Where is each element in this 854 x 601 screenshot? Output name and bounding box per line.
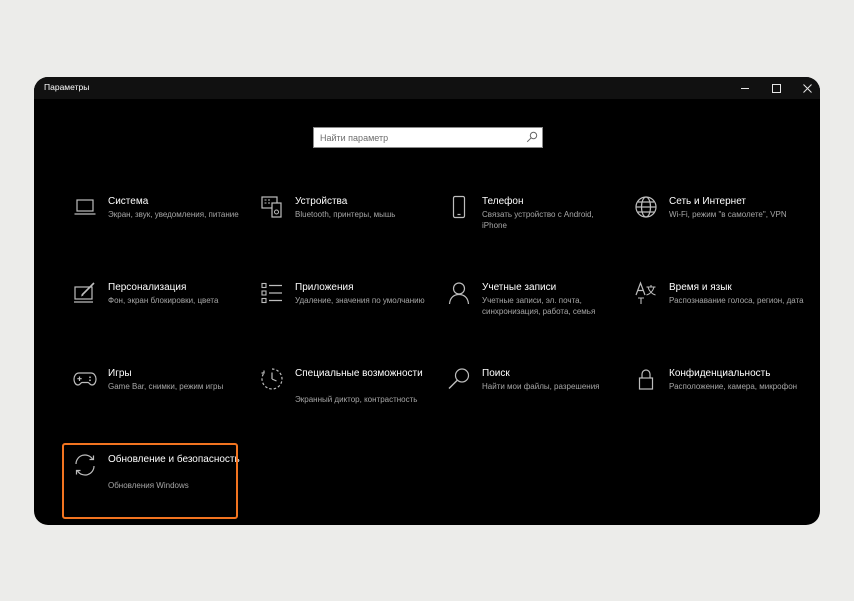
minimize-button[interactable]	[729, 77, 761, 99]
search-box[interactable]	[313, 127, 543, 148]
settings-window: Параметры Система Экран, звук, уведомлен…	[34, 77, 820, 525]
tile-title: Поиск	[482, 368, 510, 379]
search-icon[interactable]	[526, 131, 538, 143]
close-icon	[802, 83, 812, 93]
tile-time-language[interactable]: Время и язык Распознавание голоса, регио…	[632, 281, 804, 351]
tile-search[interactable]: Поиск Найти мои файлы, разрешения	[445, 367, 617, 437]
tile-title: Учетные записи	[482, 282, 557, 293]
tile-title: Система	[108, 196, 149, 207]
tile-description: Учетные записи, эл. почта, синхронизация…	[482, 296, 596, 316]
time-language-icon	[635, 281, 656, 304]
tile-description: Фон, экран блокировки, цвета	[108, 296, 219, 305]
tile-accessibility[interactable]: Специальные возможности Экранный диктор,…	[258, 367, 430, 437]
tile-title: Приложения	[295, 282, 354, 293]
tile-phone[interactable]: Телефон Связать устройство с Android, iP…	[445, 195, 617, 265]
apps-list-icon	[261, 282, 282, 304]
tile-gaming[interactable]: Игры Game Bar, снимки, режим игры	[71, 367, 243, 437]
title-bar[interactable]: Параметры	[34, 77, 820, 99]
tile-personalization[interactable]: Персонализация Фон, экран блокировки, цв…	[71, 281, 243, 351]
phone-icon	[452, 195, 466, 219]
tile-title: Специальные возможности	[295, 368, 423, 379]
person-icon	[448, 282, 470, 305]
maximize-button[interactable]	[760, 77, 792, 99]
tile-title: Устройства	[295, 196, 348, 207]
tile-description: Найти мои файлы, разрешения	[482, 382, 600, 391]
tile-description: Wi-Fi, режим "в самолете", VPN	[669, 210, 787, 219]
personalization-icon	[74, 282, 95, 303]
accessibility-timer-icon	[261, 368, 283, 390]
tile-description: Расположение, камера, микрофон	[669, 382, 798, 391]
window-title: Параметры	[44, 82, 90, 92]
tile-title: Конфиденциальность	[669, 368, 771, 379]
tile-devices[interactable]: Устройства Bluetooth, принтеры, мышь	[258, 195, 430, 265]
tile-description: Обновления Windows	[108, 481, 189, 490]
minimize-icon	[741, 87, 749, 89]
tile-description: Bluetooth, принтеры, мышь	[295, 210, 396, 219]
tile-title: Сеть и Интернет	[669, 196, 747, 207]
laptop-icon	[74, 199, 96, 215]
maximize-icon	[771, 83, 781, 93]
tile-update-security[interactable]: Обновление и безопасность Обновления Win…	[62, 443, 243, 523]
tile-description: Удаление, значения по умолчанию	[295, 296, 425, 305]
tile-title: Время и язык	[669, 282, 732, 293]
lock-icon	[638, 369, 654, 390]
close-button[interactable]	[791, 77, 820, 99]
tile-title: Игры	[108, 368, 132, 379]
tile-description: Связать устройство с Android, iPhone	[482, 210, 594, 230]
search-input[interactable]	[320, 128, 520, 147]
tile-accounts[interactable]: Учетные записи Учетные записи, эл. почта…	[445, 281, 617, 351]
tile-title: Обновление и безопасность	[108, 454, 240, 465]
tile-privacy[interactable]: Конфиденциальность Расположение, камера,…	[632, 367, 804, 437]
sync-icon	[75, 454, 95, 476]
tile-description: Game Bar, снимки, режим игры	[108, 382, 224, 391]
tile-title: Телефон	[482, 196, 524, 207]
tile-title: Персонализация	[108, 282, 187, 293]
tile-description: Экранный диктор, контрастность	[295, 395, 418, 404]
globe-icon	[635, 196, 657, 218]
tile-description: Распознавание голоса, регион, дата	[669, 296, 804, 305]
tile-apps[interactable]: Приложения Удаление, значения по умолчан…	[258, 281, 430, 351]
tile-description: Экран, звук, уведомления, питание	[108, 210, 239, 219]
magnifier-icon	[448, 368, 470, 389]
gamepad-icon	[73, 372, 97, 386]
devices-icon	[261, 196, 282, 218]
tile-system[interactable]: Система Экран, звук, уведомления, питани…	[71, 195, 243, 265]
tile-network[interactable]: Сеть и Интернет Wi-Fi, режим "в самолете…	[632, 195, 804, 265]
